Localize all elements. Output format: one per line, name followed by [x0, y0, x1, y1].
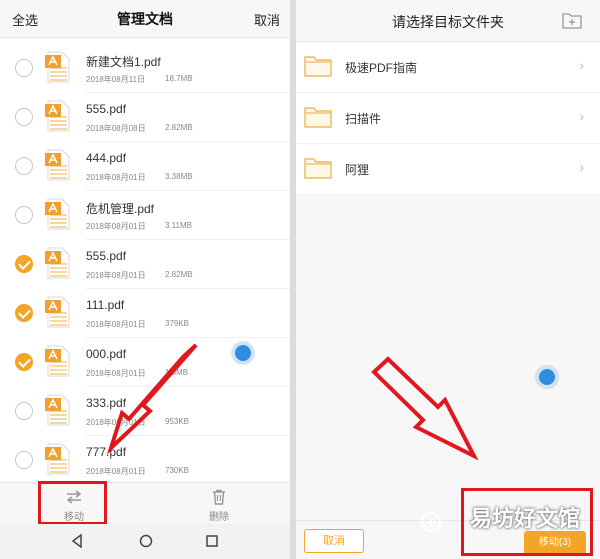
watermark: 易坊好文馆 — [469, 506, 580, 531]
red-arrow-annotation — [106, 343, 198, 455]
manage-documents-screen: 全选 管理文档 取消 新建文档1.pdf 2018年08月11日 18.7MB 555… — [0, 0, 290, 559]
red-arrow-annotation — [371, 356, 479, 461]
select-target-folder-screen: 请选择目标文件夹 极速PDF指南 › 扫描件 › 阿狸 › 取消 移动(3) 易… — [296, 0, 600, 559]
watermark-logo-icon — [420, 511, 442, 533]
